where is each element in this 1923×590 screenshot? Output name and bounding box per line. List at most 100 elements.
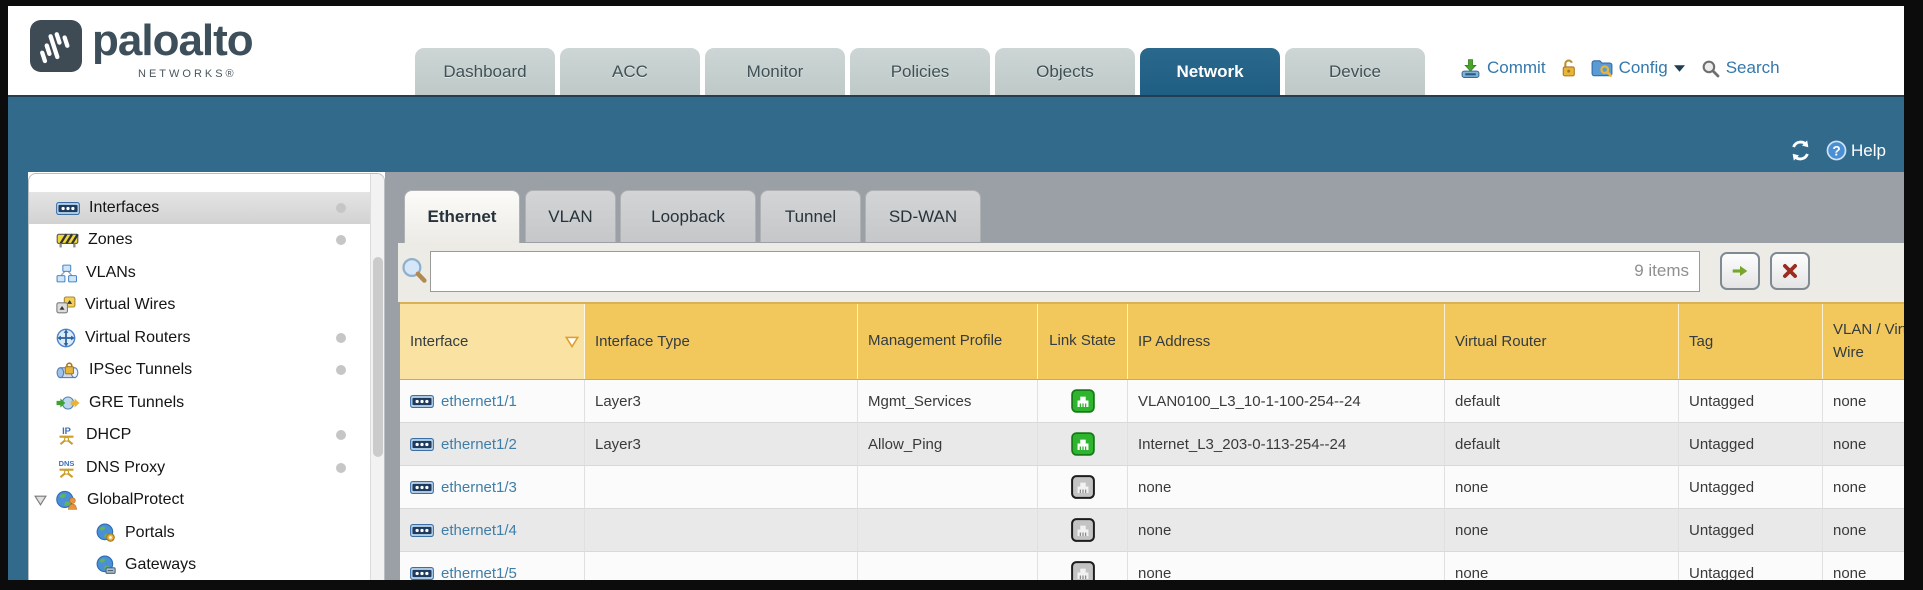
filter-toolbar: 9 items	[398, 243, 1904, 302]
col-management-profile[interactable]: Management Profile	[858, 304, 1038, 379]
screenshot-frame: paloalto NETWORKS® Dashboard ACC Monitor…	[0, 0, 1923, 590]
sort-dropdown-icon[interactable]	[564, 335, 580, 349]
panos-app-window: paloalto NETWORKS® Dashboard ACC Monitor…	[8, 6, 1904, 580]
panel-divider[interactable]	[385, 172, 398, 580]
cell-ip-address: none	[1128, 509, 1445, 552]
filter-magnifier-icon	[400, 257, 428, 285]
tab-monitor[interactable]: Monitor	[705, 48, 845, 95]
tab-policies[interactable]: Policies	[850, 48, 990, 95]
interface-link[interactable]: ethernet1/1	[441, 393, 517, 410]
ethernet-interface-icon	[410, 567, 434, 580]
portals-icon	[96, 523, 116, 543]
tab-network[interactable]: Network	[1140, 48, 1280, 95]
filter-field-wrap: 9 items	[430, 251, 1700, 292]
apply-filter-button[interactable]	[1720, 252, 1760, 290]
commit-icon[interactable]	[1460, 58, 1481, 79]
expander-icon[interactable]	[34, 495, 47, 506]
config-icon[interactable]	[1591, 58, 1613, 78]
items-count: 9 items	[1634, 261, 1689, 281]
tab-ethernet[interactable]: Ethernet	[404, 190, 520, 243]
sidebar-item-gre-tunnels[interactable]: GRE Tunnels	[29, 387, 384, 419]
table-row: ethernet1/5 none none Untagged none	[400, 552, 1904, 580]
cell-tag: Untagged	[1679, 380, 1823, 423]
cell-mgmt-profile: Allow_Ping	[858, 423, 1038, 466]
sidebar-item-dns-proxy[interactable]: DNS Proxy	[29, 452, 384, 484]
header-utilities: Commit Config Search	[1460, 52, 1780, 84]
sidebar-scrollbar[interactable]	[370, 174, 384, 580]
tab-vlan[interactable]: VLAN	[525, 190, 616, 242]
gateways-icon	[96, 555, 116, 575]
link-state-up-icon	[1071, 389, 1095, 413]
globalprotect-icon	[56, 490, 78, 510]
refresh-icon[interactable]	[1789, 139, 1812, 162]
teal-banner: Help	[8, 95, 1904, 172]
filter-input[interactable]	[431, 252, 1699, 291]
item-dot	[336, 333, 346, 343]
sidebar-item-ipsec-tunnels[interactable]: IPSec Tunnels	[29, 354, 384, 386]
paloalto-logo-icon	[30, 20, 82, 72]
item-dot	[336, 463, 346, 473]
cell-virtual-router: default	[1445, 423, 1679, 466]
col-interface[interactable]: Interface	[400, 304, 585, 379]
cell-tag: Untagged	[1679, 466, 1823, 509]
sidebar-item-interfaces[interactable]: Interfaces	[29, 192, 384, 224]
config-button[interactable]: Config	[1619, 58, 1668, 78]
sidebar-item-virtual-routers[interactable]: Virtual Routers	[29, 322, 384, 354]
item-dot	[336, 203, 346, 213]
col-virtual-router[interactable]: Virtual Router	[1445, 304, 1679, 379]
sidebar-item-dhcp[interactable]: DHCP	[29, 419, 384, 451]
sidebar-item-zones[interactable]: Zones	[29, 224, 384, 256]
cell-vlan-wire: none	[1823, 380, 1904, 423]
vlans-icon	[56, 264, 77, 283]
clear-filter-button[interactable]	[1770, 252, 1810, 290]
sidebar-item-portals[interactable]: Portals	[29, 517, 384, 549]
interface-link[interactable]: ethernet1/3	[441, 479, 517, 496]
cell-virtual-router: none	[1445, 509, 1679, 552]
interface-link[interactable]: ethernet1/4	[441, 522, 517, 539]
col-tag[interactable]: Tag	[1679, 304, 1823, 379]
cell-mgmt-profile	[858, 509, 1038, 552]
link-state-down-icon	[1071, 518, 1095, 542]
commit-button[interactable]: Commit	[1487, 58, 1546, 78]
table-row: ethernet1/3 none none Untagged none	[400, 466, 1904, 509]
col-vlan-virtual-wire[interactable]: VLAN / Virtual Wire	[1823, 304, 1904, 379]
cell-ip-address: Internet_L3_203-0-113-254--24	[1128, 423, 1445, 466]
ethernet-interface-icon	[410, 481, 434, 494]
ethernet-interface-icon	[410, 395, 434, 408]
sidebar-item-virtual-wires[interactable]: Virtual Wires	[29, 289, 384, 321]
cell-ip-address: none	[1128, 466, 1445, 509]
tab-loopback[interactable]: Loopback	[620, 190, 756, 242]
interfaces-icon	[56, 202, 80, 215]
config-caret-icon[interactable]	[1674, 65, 1685, 72]
table-row: ethernet1/1 Layer3 Mgmt_Services VLAN010…	[400, 380, 1904, 423]
tab-dashboard[interactable]: Dashboard	[415, 48, 555, 95]
scrollbar-thumb[interactable]	[373, 257, 383, 457]
sidebar-item-vlans[interactable]: VLANs	[29, 257, 384, 289]
sidebar-item-globalprotect[interactable]: GlobalProtect	[29, 484, 384, 516]
ethernet-interface-icon	[410, 438, 434, 451]
cell-mgmt-profile	[858, 552, 1038, 580]
green-arrow-icon	[1731, 262, 1749, 280]
lock-icon[interactable]	[1560, 58, 1577, 78]
col-ip-address[interactable]: IP Address	[1128, 304, 1445, 379]
search-icon[interactable]	[1701, 59, 1720, 78]
brand-name: paloalto	[92, 16, 253, 66]
cell-interface-type: Layer3	[585, 423, 858, 466]
interface-link[interactable]: ethernet1/5	[441, 565, 517, 581]
col-link-state[interactable]: Link State	[1038, 304, 1128, 379]
sidebar-item-partial[interactable]	[29, 575, 384, 580]
sidebar-left-gutter	[8, 172, 28, 580]
tab-device[interactable]: Device	[1285, 48, 1425, 95]
help-link[interactable]: Help	[1826, 140, 1886, 161]
interface-link[interactable]: ethernet1/2	[441, 436, 517, 453]
col-interface-type[interactable]: Interface Type	[585, 304, 858, 379]
tab-sdwan[interactable]: SD-WAN	[865, 190, 981, 242]
ipsec-tunnels-icon	[56, 362, 80, 379]
search-button[interactable]: Search	[1726, 58, 1780, 78]
tab-acc[interactable]: ACC	[560, 48, 700, 95]
tab-tunnel[interactable]: Tunnel	[760, 190, 861, 242]
cell-ip-address: none	[1128, 552, 1445, 580]
tab-objects[interactable]: Objects	[995, 48, 1135, 95]
gre-tunnels-icon	[56, 395, 80, 411]
cell-tag: Untagged	[1679, 552, 1823, 580]
